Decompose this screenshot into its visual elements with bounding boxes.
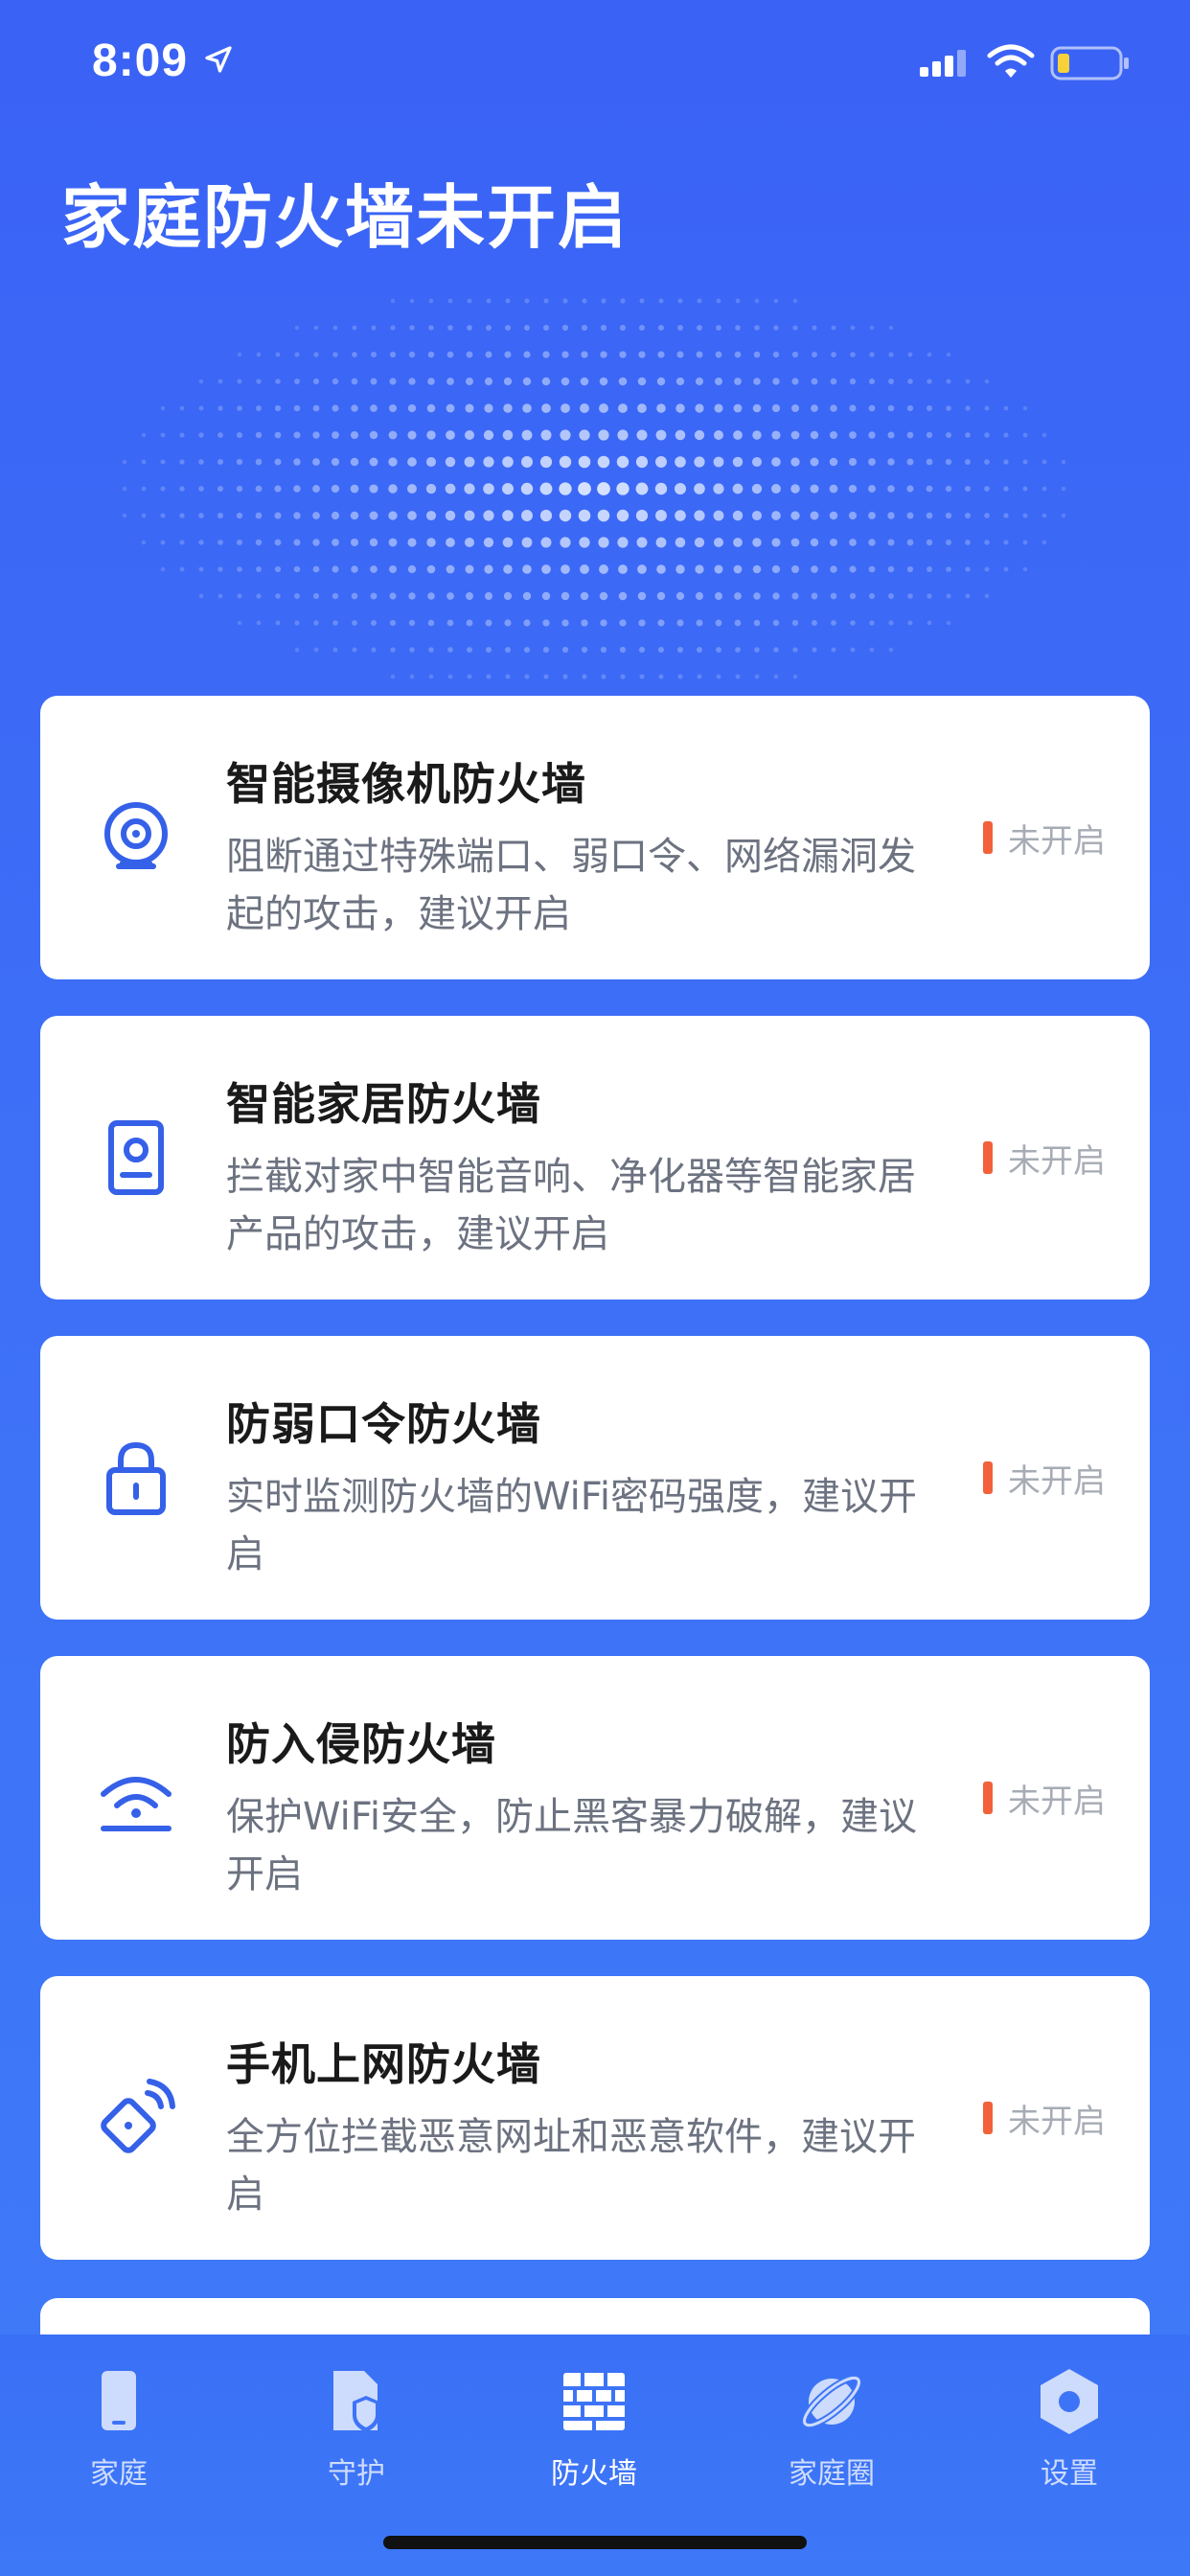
status-badge: 未开启 — [983, 1457, 1106, 1501]
card-mobile-firewall[interactable]: 手机上网防火墙 全方位拦截恶意网址和恶意软件，建议开启 未开启 — [40, 1976, 1150, 2260]
card-intrusion-firewall[interactable]: 防入侵防火墙 保护WiFi安全，防止黑客暴力破解，建议开启 未开启 — [40, 1656, 1150, 1940]
card-weak-password-firewall[interactable]: 防弱口令防火墙 实时监测防火墙的WiFi密码强度，建议开启 未开启 — [40, 1336, 1150, 1620]
card-title: 智能摄像机防火墙 — [226, 758, 586, 810]
tab-label: 家庭圈 — [789, 2457, 875, 2491]
tab-home[interactable]: 家庭 — [33, 2363, 205, 2507]
card-title: 智能家居防火墙 — [226, 1078, 541, 1130]
status-time: 8:09 — [92, 35, 189, 86]
dot-wave-decoration — [122, 298, 1066, 679]
status-text: 未开启 — [1008, 1141, 1106, 1181]
tab-label: 守护 — [328, 2457, 385, 2491]
location-arrow-icon — [205, 46, 232, 73]
tab-label: 防火墙 — [551, 2457, 637, 2491]
camera-icon — [104, 802, 168, 869]
status-indicator — [983, 821, 993, 854]
phone-device-icon — [102, 2371, 136, 2430]
document-shield-icon — [333, 2371, 379, 2432]
status-text: 未开启 — [1008, 1782, 1106, 1821]
card-description: 阻断通过特殊端口、弱口令、网络漏洞发起的攻击，建议开启 — [226, 835, 916, 936]
status-text: 未开启 — [1008, 1461, 1106, 1501]
cellular-signal-icon — [920, 50, 966, 77]
page-title: 家庭防火墙未开启 — [61, 177, 629, 258]
status-text: 未开启 — [1008, 821, 1106, 861]
tab-guard[interactable]: 守护 — [270, 2363, 443, 2507]
wifi-icon — [987, 44, 1035, 78]
smart-speaker-icon — [108, 1120, 164, 1195]
tab-label: 设置 — [1041, 2457, 1098, 2491]
status-badge: 未开启 — [983, 816, 1106, 861]
planet-icon — [801, 2374, 862, 2429]
home-indicator[interactable] — [383, 2536, 807, 2549]
status-badge: 未开启 — [983, 1137, 1106, 1181]
status-indicator — [983, 1141, 993, 1174]
card-title: 防入侵防火墙 — [226, 1718, 496, 1770]
status-indicator — [983, 1782, 993, 1814]
card-smart-home-firewall[interactable]: 智能家居防火墙 拦截对家中智能音响、净化器等智能家居产品的攻击，建议开启 未开启 — [40, 1016, 1150, 1300]
tab-family-circle[interactable]: 家庭圈 — [745, 2363, 918, 2507]
firewall-brick-icon — [563, 2373, 625, 2430]
lock-icon — [106, 1441, 166, 1515]
card-title: 手机上网防火墙 — [226, 2038, 541, 2090]
router-signal-icon — [101, 1777, 172, 1831]
status-badge: 未开启 — [983, 2097, 1106, 2141]
card-description: 全方位拦截恶意网址和恶意软件，建议开启 — [226, 2115, 916, 2217]
status-text: 未开启 — [1008, 2102, 1106, 2141]
card-title: 防弱口令防火墙 — [226, 1398, 541, 1450]
status-badge: 未开启 — [983, 1777, 1106, 1821]
hexagon-gear-icon — [1041, 2369, 1098, 2434]
tab-settings[interactable]: 设置 — [983, 2363, 1156, 2507]
status-bar: 8:09 — [0, 0, 1190, 134]
card-description: 拦截对家中智能音响、净化器等智能家居产品的攻击，建议开启 — [226, 1155, 916, 1256]
status-indicator — [983, 1461, 993, 1494]
phone-network-icon — [101, 2079, 175, 2153]
card-camera-firewall[interactable]: 智能摄像机防火墙 阻断通过特殊端口、弱口令、网络漏洞发起的攻击，建议开启 未开启 — [40, 696, 1150, 979]
tab-firewall[interactable]: 防火墙 — [508, 2363, 680, 2507]
battery-low-icon — [1050, 46, 1129, 80]
card-description: 保护WiFi安全，防止黑客暴力破解，建议开启 — [226, 1795, 917, 1897]
status-indicator — [983, 2102, 993, 2134]
tab-label: 家庭 — [90, 2457, 148, 2491]
card-description: 实时监测防火墙的WiFi密码强度，建议开启 — [226, 1475, 917, 1576]
